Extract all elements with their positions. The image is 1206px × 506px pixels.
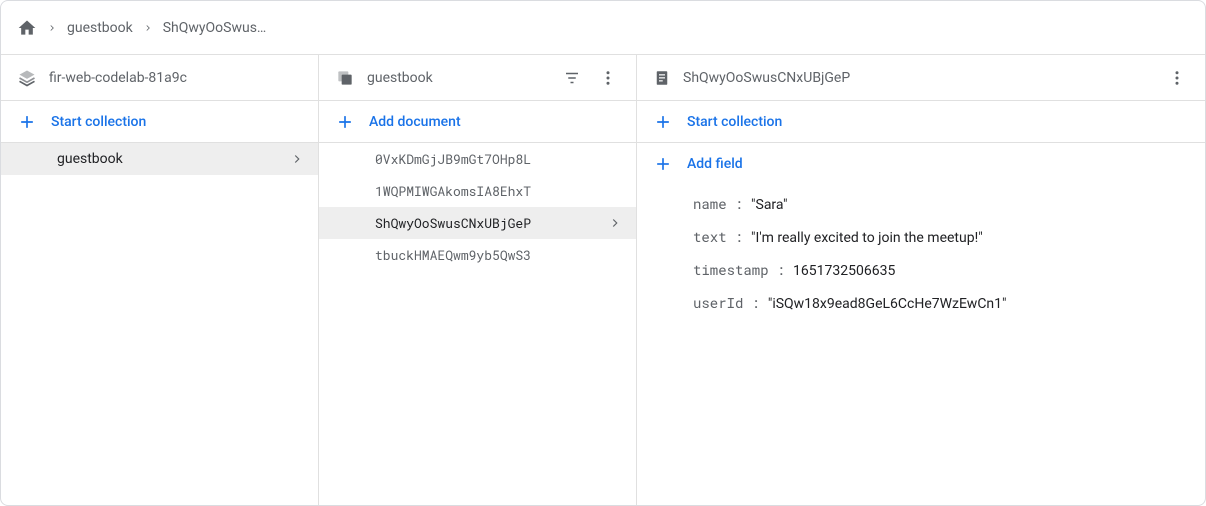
field-colon: : [777,260,785,279]
chevron-right-icon [47,23,57,33]
start-collection-label: Start collection [51,114,146,130]
document-fields: name: "Sara" text: "I'm really excited to j… [637,185,1205,319]
database-name: fir-web-codelab-81a9c [49,70,302,86]
add-field-label: Add field [687,156,743,172]
collection-row[interactable]: guestbook [1,143,318,175]
database-icon [17,68,37,88]
chevron-right-icon [290,152,304,166]
add-field-button[interactable]: Add field [637,143,1205,185]
plus-icon [17,112,37,132]
field-value: "Sara" [751,197,788,213]
start-subcollection-button[interactable]: Start collection [637,101,1205,143]
collection-panel: guestbook Add document 0VxKDmGjJB9mGt7OH… [319,55,637,505]
documents-list: 0VxKDmGjJB9mGt7OHp8L 1WQPMIWGAkomsIA8EhxT… [319,143,636,505]
plus-icon [653,112,673,132]
collection-icon [335,68,355,88]
collection-panel-header: guestbook [319,55,636,101]
document-row-id: 0VxKDmGjJB9mGt7OHp8L [375,150,622,168]
document-row[interactable]: tbuckHMAEQwm9yb5QwS3 [319,239,636,271]
database-panel: fir-web-codelab-81a9c Start collection g… [1,55,319,505]
document-id: ShQwyOoSwusCNxUBjGeP [683,70,1153,86]
field-colon: : [751,293,759,312]
document-row-id: 1WQPMIWGAkomsIA8EhxT [375,182,622,200]
add-document-label: Add document [369,114,461,130]
home-icon[interactable] [17,18,37,38]
field-colon: : [735,227,743,246]
document-field[interactable]: userId: "iSQw18x9ead8GeL6CcHe7WzEwCn1" [637,286,1205,319]
document-icon [653,69,671,87]
field-value: "iSQw18x9ead8GeL6CcHe7WzEwCn1" [768,296,1007,312]
start-collection-button[interactable]: Start collection [1,101,318,143]
firestore-data-viewer: guestbook ShQwyOoSwus… fir-web-codelab-8… [0,0,1206,506]
field-key: text [693,227,727,246]
add-document-button[interactable]: Add document [319,101,636,143]
breadcrumb-item-document[interactable]: ShQwyOoSwus… [163,20,267,36]
plus-icon [335,112,355,132]
document-field[interactable]: text: "I'm really excited to join the mee… [637,220,1205,253]
breadcrumb: guestbook ShQwyOoSwus… [1,1,1205,55]
field-value: 1651732506635 [793,263,895,279]
start-subcollection-label: Start collection [687,114,782,130]
document-field[interactable]: timestamp:1651732506635 [637,253,1205,286]
document-field[interactable]: name: "Sara" [637,187,1205,220]
document-panel: ShQwyOoSwusCNxUBjGeP Start collection Ad… [637,55,1205,505]
document-row[interactable]: 0VxKDmGjJB9mGt7OHp8L [319,143,636,175]
field-key: userId [693,293,743,312]
document-row-id: tbuckHMAEQwm9yb5QwS3 [375,246,622,264]
more-vert-icon[interactable] [1165,66,1189,90]
document-row[interactable]: 1WQPMIWGAkomsIA8EhxT [319,175,636,207]
field-value: "I'm really excited to join the meetup!" [751,230,983,246]
field-key: timestamp [693,260,769,279]
more-vert-icon[interactable] [596,66,620,90]
collection-row-label: guestbook [57,151,290,167]
database-panel-header: fir-web-codelab-81a9c [1,55,318,101]
field-colon: : [735,194,743,213]
plus-icon [653,154,673,174]
chevron-right-icon [608,216,622,230]
document-row[interactable]: ShQwyOoSwusCNxUBjGeP [319,207,636,239]
document-row-id: ShQwyOoSwusCNxUBjGeP [375,214,608,232]
collections-list: guestbook [1,143,318,505]
filter-icon[interactable] [560,66,584,90]
document-panel-header: ShQwyOoSwusCNxUBjGeP [637,55,1205,101]
field-key: name [693,194,727,213]
collection-name: guestbook [367,70,548,86]
breadcrumb-item-collection[interactable]: guestbook [67,20,133,36]
chevron-right-icon [143,23,153,33]
